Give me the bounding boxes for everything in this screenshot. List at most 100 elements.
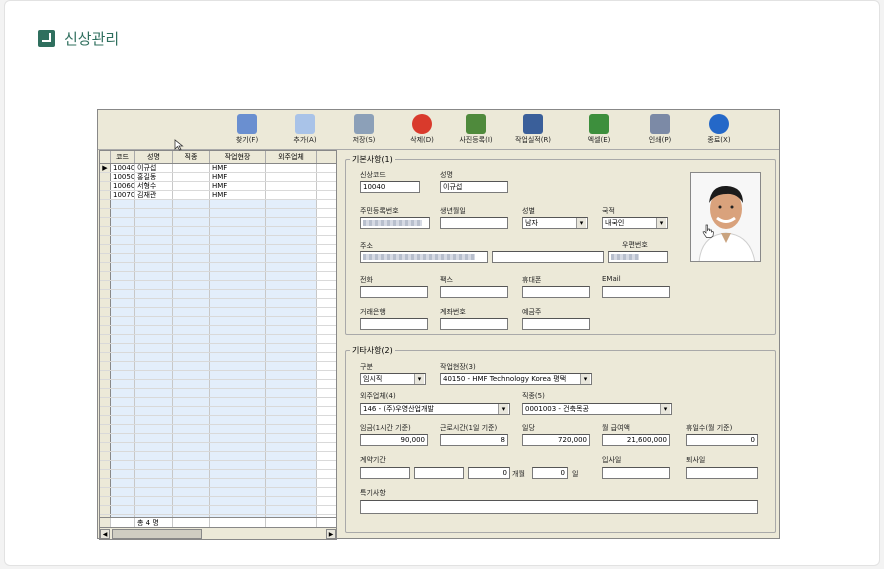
- table-cell[interactable]: [266, 416, 317, 424]
- table-cell[interactable]: [135, 506, 173, 514]
- table-cell[interactable]: [210, 344, 266, 352]
- table-cell[interactable]: [266, 479, 317, 487]
- table-cell[interactable]: [173, 335, 210, 343]
- table-cell[interactable]: [111, 461, 135, 469]
- table-cell[interactable]: [135, 227, 173, 235]
- table-cell[interactable]: [266, 317, 317, 325]
- toolbar-button-4[interactable]: 사진등록(I): [453, 112, 499, 148]
- row-header[interactable]: [100, 452, 111, 460]
- table-row[interactable]: [100, 389, 336, 398]
- table-cell[interactable]: [210, 227, 266, 235]
- table-row[interactable]: [100, 335, 336, 344]
- table-cell[interactable]: [210, 263, 266, 271]
- table-cell[interactable]: [173, 173, 210, 181]
- table-cell[interactable]: [210, 389, 266, 397]
- table-cell[interactable]: [111, 353, 135, 361]
- table-cell[interactable]: [173, 443, 210, 451]
- table-cell[interactable]: [266, 407, 317, 415]
- table-cell[interactable]: [111, 407, 135, 415]
- table-row[interactable]: 10070 김재관 HMF: [100, 191, 336, 200]
- table-cell[interactable]: 10050: [111, 173, 135, 181]
- table-cell[interactable]: [266, 200, 317, 208]
- table-row[interactable]: 10050 홍길동 HMF: [100, 173, 336, 182]
- table-cell[interactable]: [173, 317, 210, 325]
- table-cell[interactable]: [111, 236, 135, 244]
- table-row[interactable]: [100, 326, 336, 335]
- table-cell[interactable]: [266, 290, 317, 298]
- table-row[interactable]: [100, 380, 336, 389]
- table-cell[interactable]: [111, 470, 135, 478]
- table-cell[interactable]: [135, 407, 173, 415]
- table-cell[interactable]: [210, 272, 266, 280]
- table-cell[interactable]: [111, 434, 135, 442]
- table-cell[interactable]: [210, 506, 266, 514]
- table-cell[interactable]: [111, 452, 135, 460]
- scroll-thumb[interactable]: [112, 529, 202, 539]
- holder-field[interactable]: [522, 318, 590, 330]
- table-cell[interactable]: [173, 344, 210, 352]
- table-cell[interactable]: [135, 398, 173, 406]
- table-row[interactable]: [100, 353, 336, 362]
- table-row[interactable]: [100, 470, 336, 479]
- table-cell[interactable]: [266, 245, 317, 253]
- table-cell[interactable]: [266, 191, 317, 199]
- table-cell[interactable]: [210, 443, 266, 451]
- table-cell[interactable]: [173, 299, 210, 307]
- table-cell[interactable]: [266, 470, 317, 478]
- table-cell[interactable]: [111, 344, 135, 352]
- table-cell[interactable]: [173, 407, 210, 415]
- table-cell[interactable]: [173, 488, 210, 496]
- table-cell[interactable]: [173, 425, 210, 433]
- table-cell[interactable]: [111, 389, 135, 397]
- table-cell[interactable]: HMF: [210, 173, 266, 181]
- table-cell[interactable]: [135, 200, 173, 208]
- table-cell[interactable]: HMF: [210, 191, 266, 199]
- row-header[interactable]: [100, 353, 111, 361]
- employee-photo[interactable]: [690, 172, 761, 262]
- table-cell[interactable]: [210, 299, 266, 307]
- table-cell[interactable]: [210, 488, 266, 496]
- hours-field[interactable]: 8: [440, 434, 508, 446]
- table-cell[interactable]: [173, 218, 210, 226]
- table-row[interactable]: 10060 서형수 HMF: [100, 182, 336, 191]
- table-cell[interactable]: [111, 326, 135, 334]
- row-header[interactable]: [100, 389, 111, 397]
- row-header[interactable]: [100, 200, 111, 208]
- contract-months-field[interactable]: 0: [468, 467, 510, 479]
- table-cell[interactable]: [111, 254, 135, 262]
- row-header[interactable]: [100, 290, 111, 298]
- table-cell[interactable]: [266, 209, 317, 217]
- table-cell[interactable]: [210, 254, 266, 262]
- table-cell[interactable]: [173, 227, 210, 235]
- table-cell[interactable]: [266, 425, 317, 433]
- table-cell[interactable]: [111, 209, 135, 217]
- table-cell[interactable]: [135, 263, 173, 271]
- table-cell[interactable]: [173, 353, 210, 361]
- employee-grid[interactable]: 코드 성명 직종 작업현장 외주업체 ▶ 10040 이규섭 HMF 10050 홍길동 H…: [99, 150, 337, 540]
- vendor-select[interactable]: 146 - (주)우영산업개발: [360, 403, 510, 415]
- table-cell[interactable]: [266, 371, 317, 379]
- row-header[interactable]: [100, 407, 111, 415]
- table-cell[interactable]: [135, 479, 173, 487]
- table-row[interactable]: [100, 371, 336, 380]
- table-row[interactable]: [100, 344, 336, 353]
- table-cell[interactable]: [210, 290, 266, 298]
- table-row[interactable]: [100, 416, 336, 425]
- table-cell[interactable]: 김재관: [135, 191, 173, 199]
- row-header[interactable]: [100, 326, 111, 334]
- row-header[interactable]: [100, 371, 111, 379]
- table-row[interactable]: [100, 317, 336, 326]
- table-cell[interactable]: [210, 335, 266, 343]
- col-site[interactable]: 작업현장: [210, 151, 266, 163]
- table-cell[interactable]: [173, 380, 210, 388]
- table-cell[interactable]: [266, 335, 317, 343]
- table-cell[interactable]: [266, 443, 317, 451]
- toolbar-button-3[interactable]: 삭제(D): [399, 112, 445, 148]
- table-cell[interactable]: [210, 245, 266, 253]
- table-cell[interactable]: [266, 461, 317, 469]
- table-cell[interactable]: [210, 452, 266, 460]
- table-cell[interactable]: [135, 254, 173, 262]
- row-header[interactable]: [100, 470, 111, 478]
- table-cell[interactable]: [111, 281, 135, 289]
- table-cell[interactable]: [135, 335, 173, 343]
